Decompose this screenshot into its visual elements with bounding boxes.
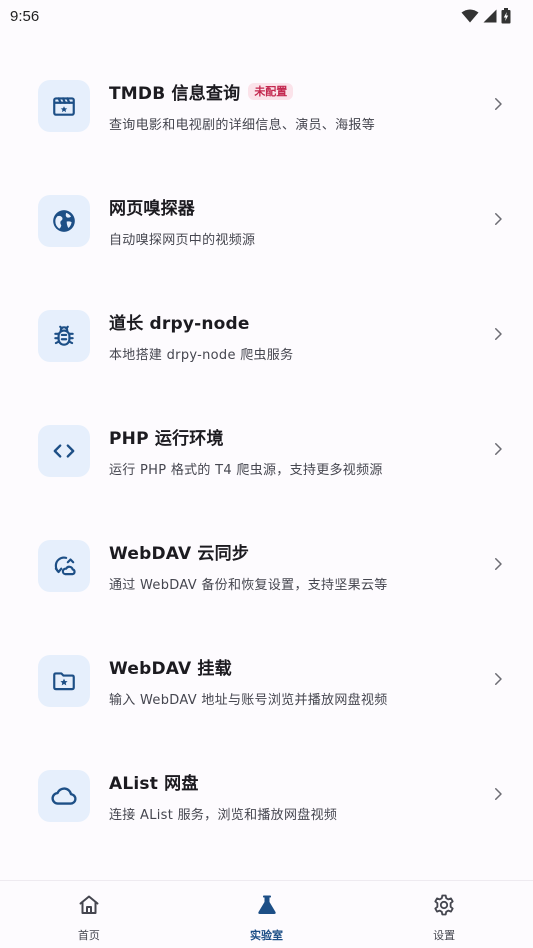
feature-icon-box xyxy=(38,424,90,477)
feature-text: WebDAV 挂载 输入 WebDAV 地址与账号浏览并播放网盘视频 xyxy=(109,654,481,708)
chevron-right-icon xyxy=(489,785,507,807)
battery-icon xyxy=(501,8,511,24)
feature-subtitle: 通过 WebDAV 备份和恢复设置，支持坚果云等 xyxy=(109,577,388,593)
nav-label: 设置 xyxy=(433,929,456,942)
chevron-right-icon xyxy=(489,555,507,577)
nav-item-lab[interactable]: 实验室 xyxy=(178,881,356,948)
chevron-right-icon xyxy=(489,325,507,347)
feature-text: 道长 drpy-node 本地搭建 drpy-node 爬虫服务 xyxy=(109,309,481,363)
bug-icon xyxy=(51,323,77,349)
signal-icon xyxy=(483,9,497,23)
status-icons xyxy=(461,8,511,24)
feature-subtitle: 自动嗅探网页中的视频源 xyxy=(109,232,256,248)
feature-text: AList 网盘 连接 AList 服务，浏览和播放网盘视频 xyxy=(109,769,481,823)
bottom-nav: 首页 实验室 设置 xyxy=(0,880,533,948)
feature-icon-box xyxy=(38,769,90,822)
nav-item-home[interactable]: 首页 xyxy=(0,881,178,948)
chevron-right-icon xyxy=(489,670,507,692)
feature-subtitle: 查询电影和电视剧的详细信息、演员、海报等 xyxy=(109,117,376,133)
globe-icon xyxy=(51,208,77,234)
feature-icon-box xyxy=(38,194,90,247)
feature-item-drpy-node[interactable]: 道长 drpy-node 本地搭建 drpy-node 爬虫服务 xyxy=(0,278,533,393)
status-bar: 9:56 xyxy=(0,0,533,32)
feature-text: TMDB 信息查询 未配置 查询电影和电视剧的详细信息、演员、海报等 xyxy=(109,79,481,133)
feature-item-sniffer[interactable]: 网页嗅探器 自动嗅探网页中的视频源 xyxy=(0,163,533,278)
feature-icon-box xyxy=(38,654,90,707)
feature-title: TMDB 信息查询 xyxy=(109,83,241,104)
chevron-right-icon xyxy=(489,210,507,232)
feature-text: WebDAV 云同步 通过 WebDAV 备份和恢复设置，支持坚果云等 xyxy=(109,539,481,593)
feature-title: WebDAV 云同步 xyxy=(109,543,250,564)
status-time: 9:56 xyxy=(10,7,40,25)
chevron-right-icon xyxy=(489,440,507,462)
feature-title: AList 网盘 xyxy=(109,773,199,794)
feature-item-webdav-mount[interactable]: WebDAV 挂载 输入 WebDAV 地址与账号浏览并播放网盘视频 xyxy=(0,623,533,738)
status-badge: 未配置 xyxy=(248,82,294,100)
nav-item-settings[interactable]: 设置 xyxy=(355,881,533,948)
nav-label: 实验室 xyxy=(250,929,283,942)
gear-icon xyxy=(432,893,456,921)
feature-title: PHP 运行环境 xyxy=(109,428,224,449)
feature-subtitle: 输入 WebDAV 地址与账号浏览并播放网盘视频 xyxy=(109,692,388,708)
nav-label: 首页 xyxy=(77,929,100,942)
feature-icon-box xyxy=(38,79,90,132)
feature-subtitle: 连接 AList 服务，浏览和播放网盘视频 xyxy=(109,807,338,823)
feature-subtitle: 运行 PHP 格式的 T4 爬虫源，支持更多视频源 xyxy=(109,462,383,478)
feature-list: TMDB 信息查询 未配置 查询电影和电视剧的详细信息、演员、海报等 网页嗅探器 xyxy=(0,48,533,853)
feature-item-alist[interactable]: AList 网盘 连接 AList 服务，浏览和播放网盘视频 xyxy=(0,738,533,853)
chevron-right-icon xyxy=(489,95,507,117)
code-icon xyxy=(51,438,77,464)
feature-title: WebDAV 挂载 xyxy=(109,658,232,679)
movie-icon xyxy=(51,93,77,119)
feature-text: 网页嗅探器 自动嗅探网页中的视频源 xyxy=(109,194,481,248)
feature-title: 网页嗅探器 xyxy=(109,198,195,219)
feature-item-webdav-sync[interactable]: WebDAV 云同步 通过 WebDAV 备份和恢复设置，支持坚果云等 xyxy=(0,508,533,623)
cloud-icon xyxy=(50,782,78,810)
home-icon xyxy=(77,893,101,921)
wifi-icon xyxy=(461,9,479,23)
feature-title: 道长 drpy-node xyxy=(109,313,250,334)
feature-text: PHP 运行环境 运行 PHP 格式的 T4 爬虫源，支持更多视频源 xyxy=(109,424,481,478)
cloud-sync-icon xyxy=(51,553,77,579)
flask-icon xyxy=(255,893,279,921)
feature-icon-box xyxy=(38,539,90,592)
feature-item-tmdb[interactable]: TMDB 信息查询 未配置 查询电影和电视剧的详细信息、演员、海报等 xyxy=(0,48,533,163)
feature-subtitle: 本地搭建 drpy-node 爬虫服务 xyxy=(109,347,294,363)
feature-icon-box xyxy=(38,309,90,362)
feature-item-php[interactable]: PHP 运行环境 运行 PHP 格式的 T4 爬虫源，支持更多视频源 xyxy=(0,393,533,508)
folder-star-icon xyxy=(51,668,77,694)
